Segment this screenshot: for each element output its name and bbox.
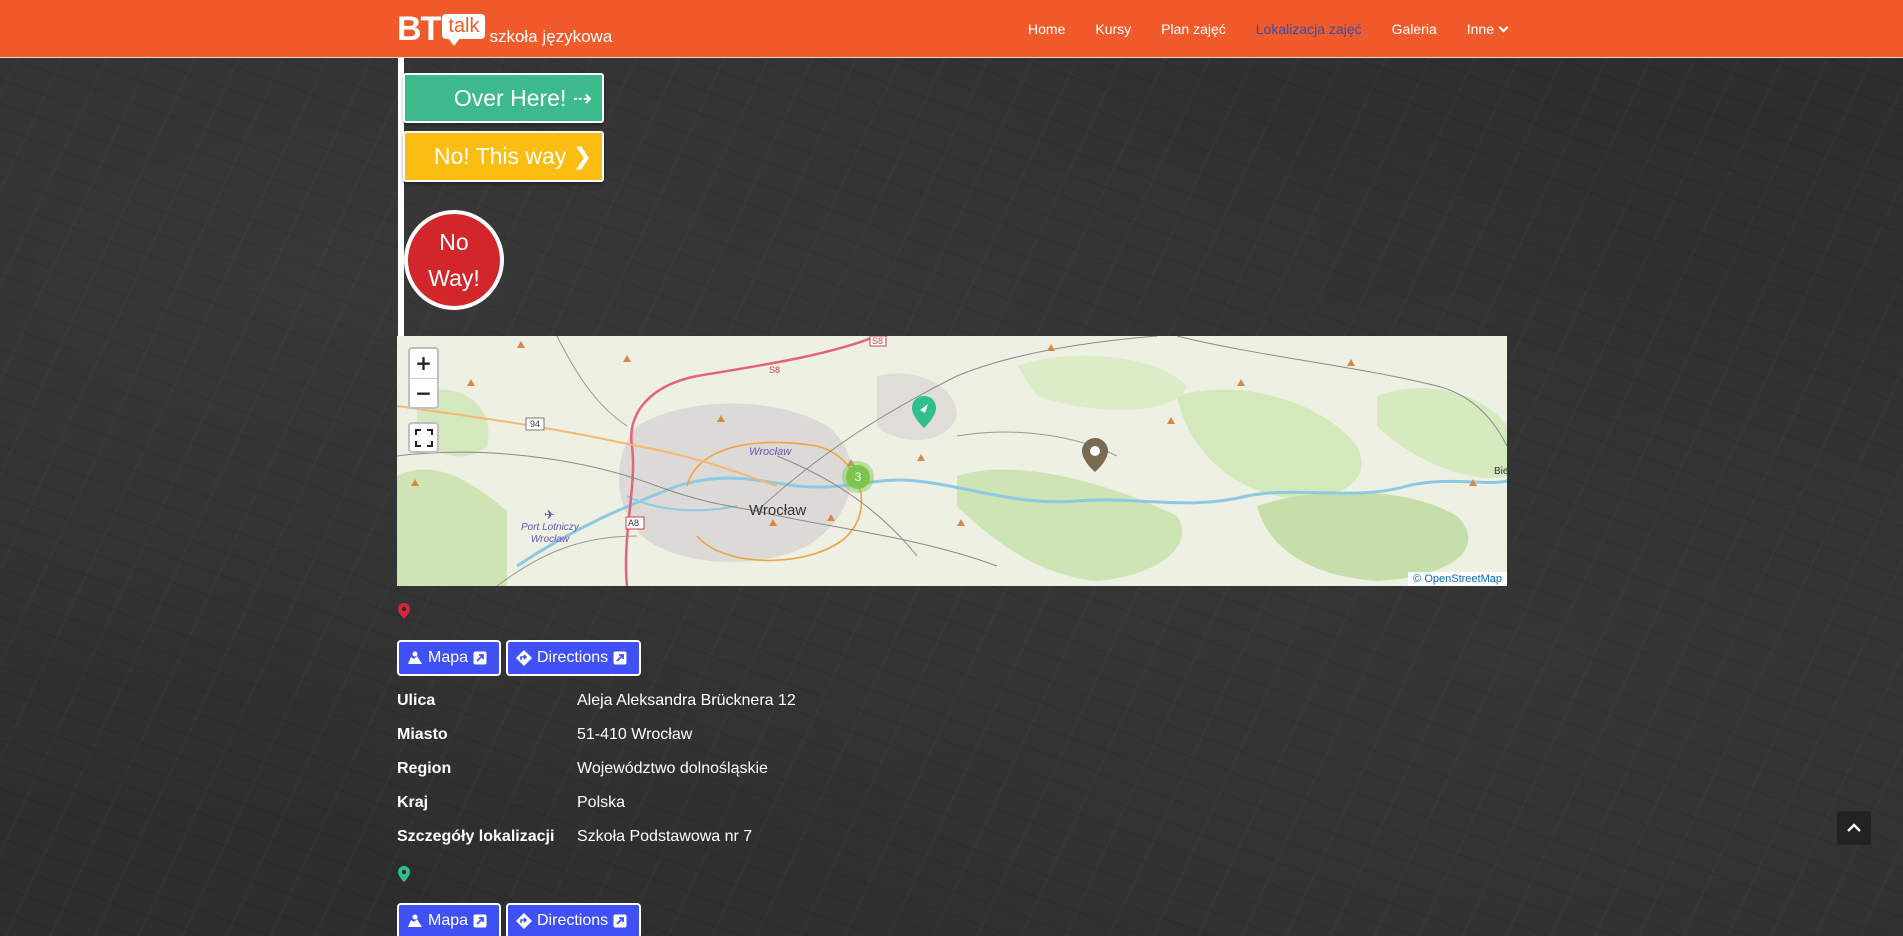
nav-inne-label: Inne [1466,21,1494,37]
map-location-icon [408,651,422,664]
map-attribution[interactable]: © OpenStreetMap [1408,572,1507,586]
detail-label: Miasto [397,726,448,743]
detail-value: Szkoła Podstawowa nr 7 [577,828,753,845]
road-label-s8-top: S8 [872,336,883,346]
map-pin-icon [912,396,936,428]
map-label-airport-line1: Port Lotniczy [521,522,579,533]
location-pin-green [398,866,410,886]
map-marker-cluster[interactable]: 3 [842,461,874,493]
fullscreen-icon [414,428,433,447]
top-navbar: BT talk szkoła językowa Home Kursy Plan … [0,0,1903,58]
no-way-line2: Way! [428,265,480,291]
no-way-line1: No [439,229,469,255]
map-label-edge: Bie [1494,466,1507,477]
road-label-s8-mid: S8 [769,365,780,375]
chevron-down-icon [1498,22,1509,33]
detail-value: 51-410 Wrocław [577,726,693,743]
no-this-way-sign: No! This way ❯ [403,131,604,182]
detail-value: Polska [577,794,626,811]
zoom-out-button[interactable]: − [410,378,437,407]
zoom-control: + − [408,347,439,409]
location-map[interactable]: S8 S8 94 A8 ✈ Wrocław Wrocław Port Lotni… [397,336,1507,586]
directions-button-1[interactable]: Directions [506,640,641,676]
location-pin-red [398,603,410,623]
map-tiles: S8 S8 94 A8 ✈ [397,336,1507,586]
logo-talk-bubble: talk [442,14,486,46]
logo-subtitle: szkoła językowa [489,27,613,46]
detail-value: Aleja Aleksandra Brücknera 12 [577,692,796,709]
map-pin-icon [1082,438,1108,472]
map-label-wroclaw-district: Wrocław [749,446,792,458]
main-nav: Home Kursy Plan zajęć Lokalizacja zajęć … [998,0,1509,58]
map-location-icon [408,914,422,927]
nav-kursy[interactable]: Kursy [1095,21,1131,37]
external-link-icon [473,651,487,665]
directions-icon [516,913,532,929]
map-button-1[interactable]: Mapa [397,640,501,676]
map-marker-icon [398,866,410,882]
map-label-airport-line2: Wrocław [530,534,570,545]
road-label-a8: A8 [628,518,639,528]
directions-icon [516,650,532,666]
nav-plan-zajec[interactable]: Plan zajęć [1161,21,1226,37]
nav-inne-dropdown[interactable]: Inne [1466,21,1509,37]
fullscreen-button[interactable] [408,422,439,453]
nav-lokalizacja-zajec[interactable]: Lokalizacja zajęć [1256,21,1362,37]
no-way-sign: No Way! [404,210,504,310]
map-marker-brown[interactable] [1081,437,1109,477]
directions-button-2[interactable]: Directions [506,903,641,936]
directions-button-label: Directions [537,912,609,929]
external-link-icon [613,651,627,665]
map-marker-icon [398,603,410,619]
map-button-label: Mapa [428,649,469,666]
detail-label: Szczegóły lokalizacji [397,828,555,845]
detail-value: Województwo dolnośląskie [577,760,768,777]
detail-label: Kraj [397,794,429,811]
external-link-icon [473,914,487,928]
nav-galeria[interactable]: Galeria [1392,21,1437,37]
detail-label: Region [397,760,452,777]
map-label-airport: Port Lotniczy Wrocław [521,522,579,546]
road-label-94: 94 [530,419,540,429]
site-logo[interactable]: BT talk szkoła językowa [397,10,612,50]
nav-home[interactable]: Home [1028,21,1065,37]
chevron-up-icon [1847,823,1861,832]
cluster-count: 3 [846,465,870,489]
map-marker-green[interactable] [911,395,937,433]
back-to-top-button[interactable] [1837,811,1871,845]
external-link-icon [613,914,627,928]
map-button-label: Mapa [428,912,469,929]
logo-bt-text: BT [397,10,441,48]
over-here-sign: Over Here! ⇢ [403,73,604,123]
zoom-in-button[interactable]: + [410,349,437,378]
directions-button-label: Directions [537,649,609,666]
map-label-wroclaw: Wrocław [749,502,807,519]
map-button-2[interactable]: Mapa [397,903,501,936]
detail-label: Ulica [397,692,436,709]
svg-text:✈: ✈ [544,508,555,523]
